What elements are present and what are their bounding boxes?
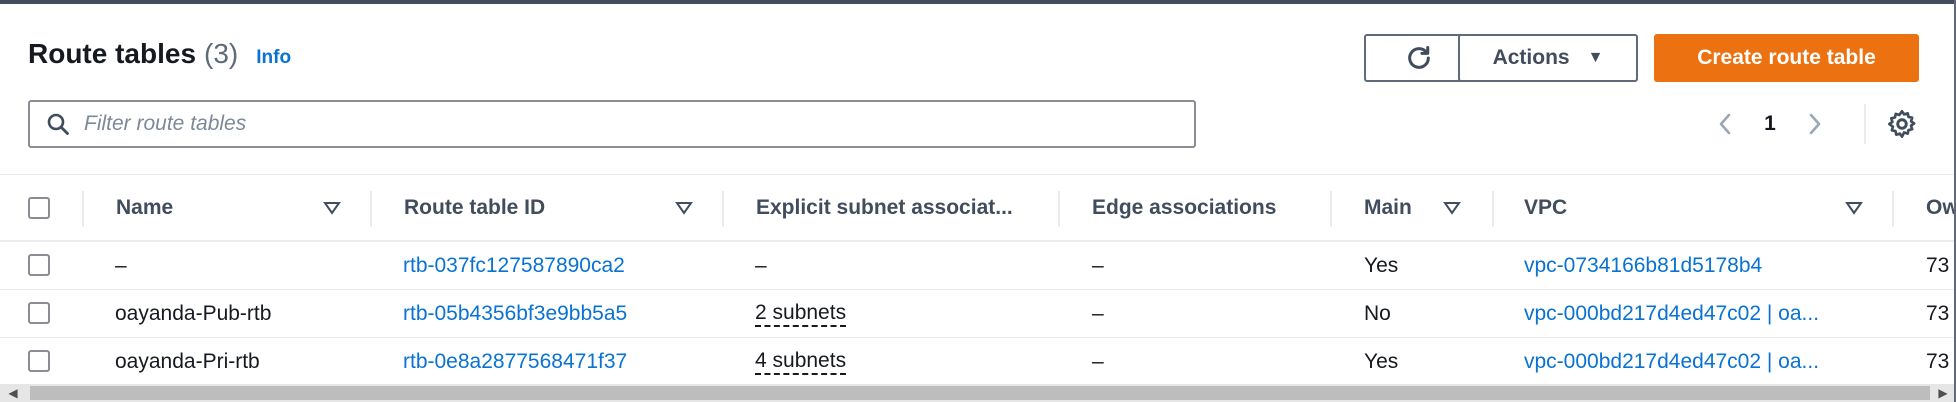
next-page-button[interactable] — [1800, 104, 1830, 144]
search-icon — [47, 113, 69, 135]
chevron-right-icon — [1809, 113, 1821, 135]
column-header-name[interactable]: Name — [116, 175, 316, 241]
create-route-table-button[interactable]: Create route table — [1654, 34, 1919, 82]
pagination-divider — [1864, 104, 1866, 144]
table-row[interactable]: – rtb-037fc127587890ca2 – – Yes vpc-0734… — [0, 242, 1954, 290]
item-count: (3) — [204, 38, 239, 69]
cell-edge-associations: – — [1092, 349, 1104, 373]
row-checkbox[interactable] — [28, 254, 50, 276]
info-link[interactable]: Info — [256, 47, 291, 69]
cell-route-table-id[interactable]: rtb-05b4356bf3e9bb5a5 — [403, 290, 723, 337]
panel-header: Route tables (3) Info — [28, 38, 291, 70]
filter-input[interactable] — [84, 112, 1164, 136]
horizontal-scrollbar[interactable]: ◀ ▶ — [0, 384, 1954, 402]
actions-label: Actions — [1492, 46, 1570, 69]
column-divider — [722, 191, 724, 227]
cell-owner: 73 — [1926, 253, 1950, 277]
cell-owner: 73 — [1926, 301, 1950, 325]
sort-caret-icon[interactable] — [1845, 199, 1863, 217]
cell-edge-associations: – — [1092, 253, 1104, 277]
cell-vpc[interactable]: vpc-000bd217d4ed47c02 | oa... — [1524, 290, 1864, 337]
refresh-icon — [1408, 45, 1430, 69]
scroll-right-arrow-icon[interactable]: ▶ — [1936, 386, 1950, 400]
scroll-left-arrow-icon[interactable]: ◀ — [6, 386, 20, 400]
cell-explicit-subnet: 2 subnets — [755, 290, 1055, 337]
scrollbar-thumb[interactable] — [30, 386, 1930, 400]
sort-caret-icon[interactable] — [1443, 199, 1461, 217]
sort-caret-icon[interactable] — [323, 199, 341, 217]
cell-name: oayanda-Pub-rtb — [115, 301, 272, 325]
column-header-vpc[interactable]: VPC — [1524, 175, 1784, 241]
row-checkbox[interactable] — [28, 350, 50, 372]
previous-page-button[interactable] — [1710, 104, 1740, 144]
create-route-table-label: Create route table — [1697, 46, 1876, 69]
cell-owner: 73 — [1926, 349, 1950, 373]
column-header-main[interactable]: Main — [1364, 175, 1444, 241]
column-header-owner[interactable]: Ow — [1926, 175, 1954, 241]
table-row[interactable]: oayanda-Pri-rtb rtb-0e8a2877568471f37 4 … — [0, 338, 1954, 386]
column-divider — [370, 191, 372, 227]
cell-main: Yes — [1364, 253, 1399, 277]
cell-main: Yes — [1364, 349, 1399, 373]
sort-caret-icon[interactable] — [675, 199, 693, 217]
column-header-explicit-subnet[interactable]: Explicit subnet associat... — [756, 175, 1056, 241]
cell-vpc[interactable]: vpc-000bd217d4ed47c02 | oa... — [1524, 338, 1864, 385]
row-checkbox[interactable] — [28, 302, 50, 324]
subnets-popover-trigger[interactable]: 4 subnets — [755, 349, 847, 375]
cell-route-table-id[interactable]: rtb-0e8a2877568471f37 — [403, 338, 723, 385]
cell-edge-associations: – — [1092, 301, 1104, 325]
subnets-popover-trigger[interactable]: 2 subnets — [755, 301, 847, 327]
column-divider — [1892, 191, 1894, 227]
gear-icon — [1888, 110, 1916, 138]
cell-name: – — [115, 253, 127, 277]
cell-main: No — [1364, 301, 1391, 325]
cell-name: oayanda-Pri-rtb — [115, 349, 260, 373]
table-row[interactable]: oayanda-Pub-rtb rtb-05b4356bf3e9bb5a5 2 … — [0, 290, 1954, 338]
cell-explicit-subnet: 4 subnets — [755, 338, 1055, 385]
preferences-button[interactable] — [1886, 108, 1918, 140]
column-divider — [82, 191, 84, 227]
page-title: Route tables — [28, 38, 197, 69]
actions-dropdown-button[interactable]: Actions ▼ — [1458, 34, 1638, 82]
cell-vpc[interactable]: vpc-0734166b81d5178b4 — [1524, 242, 1864, 289]
table-header-row: Name Route table ID Explicit subnet asso… — [0, 174, 1954, 242]
column-divider — [1058, 191, 1060, 227]
cell-explicit-subnet: – — [755, 253, 767, 277]
current-page-number[interactable]: 1 — [1740, 112, 1800, 136]
caret-down-icon: ▼ — [1587, 49, 1604, 66]
chevron-left-icon — [1719, 113, 1731, 135]
column-header-route-table-id[interactable]: Route table ID — [404, 175, 664, 241]
column-header-edge-associations[interactable]: Edge associations — [1092, 175, 1342, 241]
route-tables-panel: Route tables (3) Info Actions ▼ Create r… — [0, 4, 1954, 402]
cell-route-table-id[interactable]: rtb-037fc127587890ca2 — [403, 242, 723, 289]
column-divider — [1492, 191, 1494, 227]
select-all-checkbox[interactable] — [28, 197, 50, 219]
pagination: 1 — [1710, 104, 1830, 144]
filter-field[interactable] — [28, 100, 1196, 148]
column-divider — [1330, 191, 1332, 227]
